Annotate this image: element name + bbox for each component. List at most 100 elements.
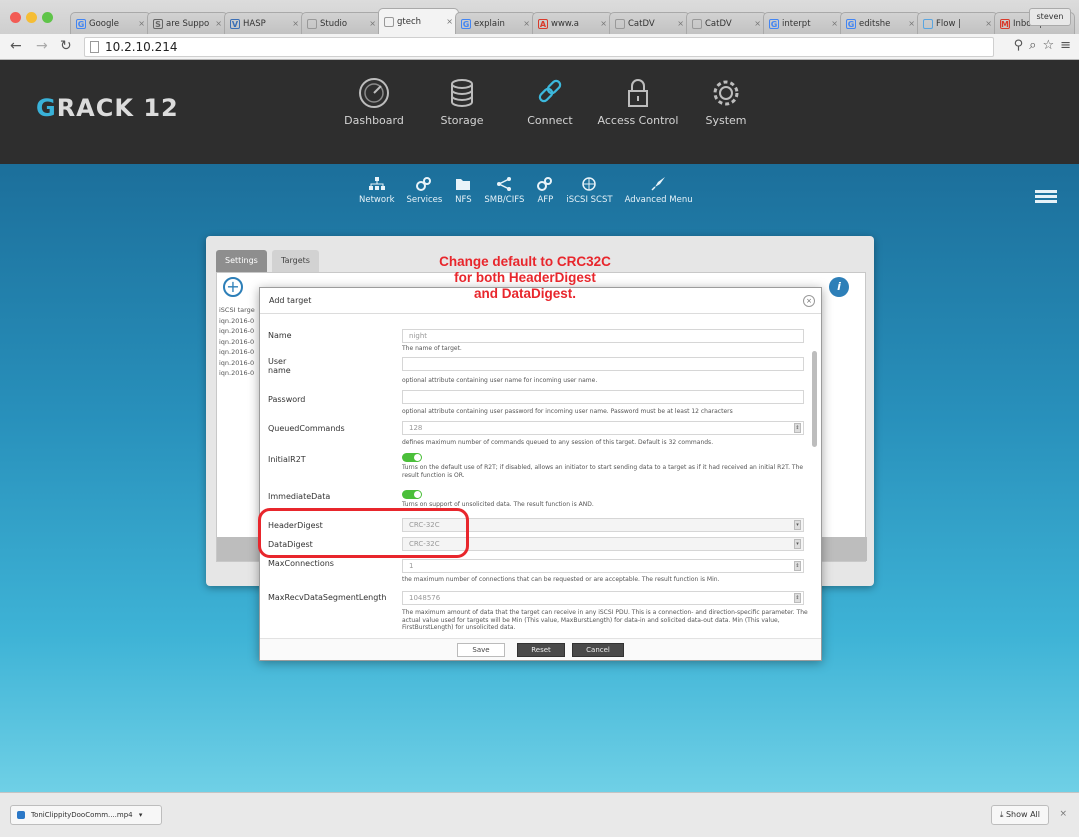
annotation-line: for both HeaderDigest bbox=[454, 270, 596, 285]
queued-commands-label: QueuedCommands bbox=[268, 424, 345, 433]
tab-favicon-icon bbox=[384, 16, 394, 27]
zoom-window-button[interactable] bbox=[42, 12, 53, 23]
download-bar: ToniClippityDooComm....mp4 ▾ ⤓ Show All … bbox=[0, 792, 1079, 837]
close-icon[interactable]: × bbox=[803, 295, 815, 307]
sub-nav-network[interactable]: Network bbox=[355, 176, 399, 205]
browser-tab[interactable]: Awww.a × bbox=[532, 12, 613, 34]
queued-commands-stepper[interactable]: 128 ⇕ bbox=[402, 421, 804, 435]
services-icon bbox=[416, 177, 432, 191]
initialr2t-toggle[interactable] bbox=[402, 453, 422, 462]
sub-nav-iscsi[interactable]: iSCSI SCST bbox=[562, 176, 616, 205]
sub-nav-nfs[interactable]: NFS bbox=[450, 176, 476, 205]
dialog-title: Add target bbox=[269, 296, 312, 305]
max-connections-help: the maximum number of connections that c… bbox=[402, 576, 720, 583]
save-button[interactable]: Save bbox=[457, 643, 505, 657]
browser-tab[interactable]: CatDV × bbox=[609, 12, 690, 34]
target-list-item[interactable]: iqn.2016-0 bbox=[219, 368, 255, 379]
chevron-down-icon[interactable]: ▾ bbox=[139, 811, 143, 819]
chevron-down-icon: ▾ bbox=[794, 520, 801, 530]
add-target-button[interactable]: + bbox=[223, 277, 243, 297]
reset-button[interactable]: Reset bbox=[517, 643, 565, 657]
sub-nav-afp[interactable]: AFP bbox=[532, 176, 558, 205]
storage-icon bbox=[451, 79, 473, 107]
reload-icon[interactable]: ↻ bbox=[60, 38, 72, 54]
tab-close-icon[interactable]: × bbox=[677, 19, 684, 28]
dialog-form[interactable]: Name night The name of target. User name… bbox=[260, 315, 821, 638]
browser-tab[interactable]: Gexplain × bbox=[455, 12, 536, 34]
target-list-item[interactable]: iqn.2016-0 bbox=[219, 358, 255, 369]
name-label: Name bbox=[268, 331, 292, 340]
star-icon[interactable]: ☆ bbox=[1042, 38, 1054, 53]
browser-tab[interactable]: G Google × bbox=[70, 12, 151, 34]
immediate-data-toggle[interactable] bbox=[402, 490, 422, 499]
tab-targets[interactable]: Targets bbox=[272, 250, 319, 272]
cancel-button[interactable]: Cancel bbox=[572, 643, 624, 657]
zoom-icon[interactable]: ⌕ bbox=[1029, 38, 1036, 53]
main-nav-label: System bbox=[705, 114, 747, 127]
target-list-item[interactable]: iqn.2016-0 bbox=[219, 316, 255, 327]
dialog-scrollbar[interactable] bbox=[812, 351, 817, 447]
tab-close-icon[interactable]: × bbox=[831, 19, 838, 28]
nfs-icon bbox=[456, 179, 471, 190]
forward-arrow-icon[interactable]: → bbox=[36, 38, 48, 54]
max-connections-stepper[interactable]: 1 ⇕ bbox=[402, 559, 804, 573]
browser-tab[interactable]: Ginterpt × bbox=[763, 12, 844, 34]
sub-nav-smb[interactable]: SMB/CIFS bbox=[480, 176, 528, 205]
max-recv-stepper[interactable]: 1048576 ⇕ bbox=[402, 591, 804, 605]
main-nav-access-control[interactable]: Access Control bbox=[594, 76, 682, 127]
dialog-footer: Save Reset Cancel bbox=[260, 638, 821, 660]
logo-text: RACK 12 bbox=[56, 94, 179, 122]
browser-tab[interactable]: Studio × bbox=[301, 12, 382, 34]
menu-icon[interactable]: ≡ bbox=[1060, 38, 1071, 53]
main-nav-storage[interactable]: Storage bbox=[418, 76, 506, 127]
tab-close-icon[interactable]: × bbox=[369, 19, 376, 28]
browser-tab[interactable]: gtech × bbox=[378, 8, 459, 34]
extension-icon[interactable]: ⚲ bbox=[1014, 38, 1024, 53]
annotation-line: and DataDigest. bbox=[473, 286, 577, 301]
tab-close-icon[interactable]: × bbox=[600, 19, 607, 28]
main-nav-connect[interactable]: Connect bbox=[506, 76, 594, 127]
info-icon[interactable]: i bbox=[829, 277, 849, 297]
tab-close-icon[interactable]: × bbox=[908, 19, 915, 28]
tab-close-icon[interactable]: × bbox=[292, 19, 299, 28]
stepper-arrows-icon[interactable]: ⇕ bbox=[794, 423, 801, 433]
browser-tab[interactable]: CatDV × bbox=[686, 12, 767, 34]
hamburger-menu-icon[interactable] bbox=[1035, 190, 1057, 204]
tab-close-icon[interactable]: × bbox=[754, 19, 761, 28]
annotation-highlight-circle bbox=[258, 508, 469, 558]
sub-nav-services[interactable]: Services bbox=[403, 176, 447, 205]
main-nav-dashboard[interactable]: Dashboard bbox=[330, 76, 418, 127]
minimize-window-button[interactable] bbox=[26, 12, 37, 23]
target-list-item[interactable]: iqn.2016-0 bbox=[219, 337, 255, 348]
main-nav-system[interactable]: System bbox=[682, 76, 770, 127]
grack-logo[interactable]: GRACK 12 bbox=[36, 94, 179, 122]
sub-nav-label: NFS bbox=[455, 195, 472, 205]
show-all-button[interactable]: ⤓ Show All bbox=[990, 805, 1049, 825]
browser-tab[interactable]: Geditshe × bbox=[840, 12, 921, 34]
back-arrow-icon[interactable]: ← bbox=[10, 38, 22, 54]
password-input[interactable] bbox=[402, 390, 804, 404]
browser-tab[interactable]: V HASP × bbox=[224, 12, 305, 34]
tab-close-icon[interactable]: × bbox=[215, 19, 222, 28]
tab-close-icon[interactable]: × bbox=[985, 19, 992, 28]
stepper-arrows-icon[interactable]: ⇕ bbox=[794, 561, 801, 571]
tab-close-icon[interactable]: × bbox=[138, 19, 145, 28]
close-icon[interactable]: × bbox=[1059, 809, 1067, 819]
download-item[interactable]: ToniClippityDooComm....mp4 ▾ bbox=[10, 805, 162, 825]
stepper-arrows-icon[interactable]: ⇕ bbox=[794, 593, 801, 603]
page-icon bbox=[90, 41, 99, 53]
username-input[interactable] bbox=[402, 357, 804, 371]
browser-tab[interactable]: Flow | × bbox=[917, 12, 998, 34]
name-input[interactable]: night bbox=[402, 329, 804, 343]
target-list-item[interactable]: iqn.2016-0 bbox=[219, 326, 255, 337]
tab-label: www.a bbox=[551, 18, 579, 29]
profile-button[interactable]: steven bbox=[1029, 8, 1071, 26]
tab-settings[interactable]: Settings bbox=[216, 250, 267, 272]
tab-close-icon[interactable]: × bbox=[523, 19, 530, 28]
target-list-item[interactable]: iqn.2016-0 bbox=[219, 347, 255, 358]
url-field[interactable]: 10.2.10.214 bbox=[84, 37, 994, 57]
browser-tab[interactable]: Sare Suppo × bbox=[147, 12, 228, 34]
close-window-button[interactable] bbox=[10, 12, 21, 23]
sub-nav-advanced[interactable]: Advanced Menu bbox=[621, 176, 697, 205]
tab-close-icon[interactable]: × bbox=[446, 17, 453, 26]
